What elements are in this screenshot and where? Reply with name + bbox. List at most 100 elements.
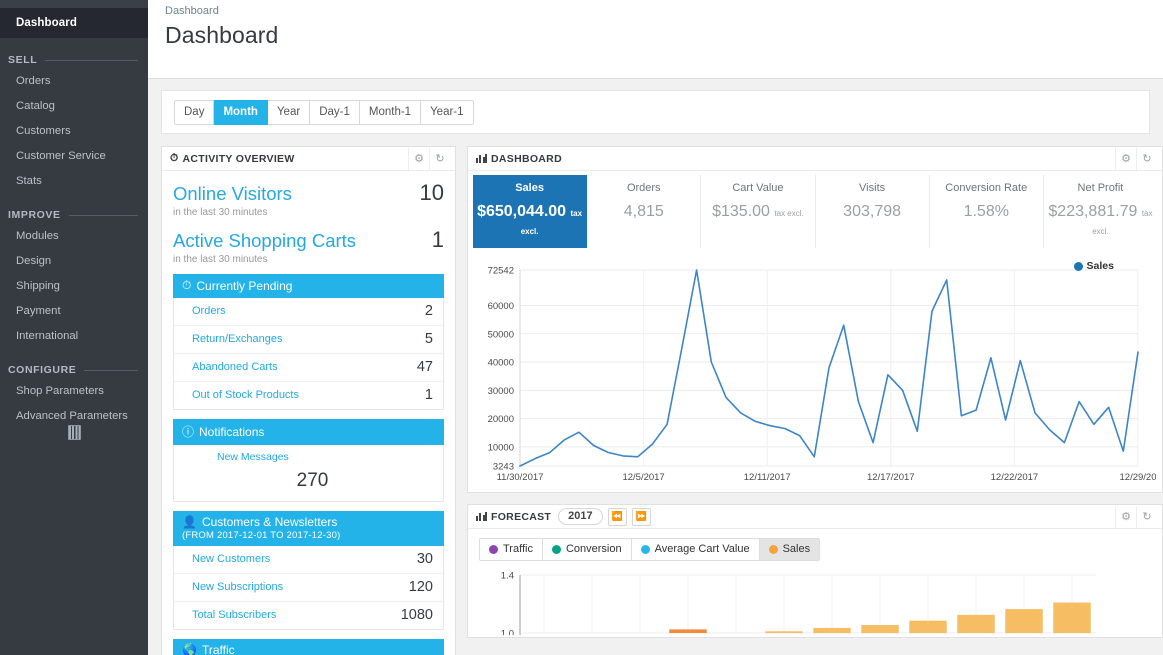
sidebar-item-shipping[interactable]: Shipping: [0, 273, 148, 298]
list-item[interactable]: Return/Exchanges 5: [174, 326, 443, 354]
sidebar-item-label: Orders: [16, 74, 51, 87]
list-item[interactable]: Out of Stock Products 1: [174, 382, 443, 409]
sidebar-item-international[interactable]: International: [0, 323, 148, 348]
sidebar-section-divider: [45, 59, 138, 61]
date-range-day-1[interactable]: Day-1: [310, 99, 360, 125]
svg-text:1.4: 1.4: [501, 571, 514, 582]
gear-icon[interactable]: ⚙: [408, 147, 429, 170]
kpi-orders[interactable]: Orders 4,815: [587, 175, 702, 248]
new-subscriptions-value: 120: [408, 579, 433, 595]
forecast-year[interactable]: 2017: [558, 508, 603, 525]
date-range-day[interactable]: Day: [174, 99, 215, 125]
active-carts-sub: in the last 30 minutes: [173, 254, 268, 265]
forecast-legend-sales[interactable]: Sales: [759, 539, 820, 560]
kpi-visits[interactable]: Visits 303,798: [816, 175, 930, 248]
notifications-box[interactable]: New Messages 270: [173, 445, 444, 502]
sidebar-item-customer-service[interactable]: Customer Service: [0, 143, 148, 168]
sidebar-item-design[interactable]: Design: [0, 248, 148, 273]
date-range-year-1[interactable]: Year-1: [421, 99, 474, 125]
sidebar-item-label: Shop Parameters: [16, 384, 104, 397]
sidebar-item-modules[interactable]: Modules: [0, 223, 148, 248]
date-range-month-1[interactable]: Month-1: [359, 99, 422, 125]
fast-forward-icon[interactable]: ⏩: [631, 507, 651, 526]
sidebar-collapse-button[interactable]: [0, 425, 148, 440]
pending-orders-value: 2: [424, 303, 433, 319]
new-messages-label: New Messages: [217, 451, 289, 463]
forecast-legend-average-cart-value[interactable]: Average Cart Value: [631, 539, 760, 560]
sidebar-item-shop-parameters[interactable]: Shop Parameters: [0, 378, 148, 403]
svg-text:12/17/2017: 12/17/2017: [867, 472, 915, 483]
panel-title-text: FORECAST: [491, 510, 552, 523]
sidebar-item-stats[interactable]: Stats: [0, 168, 148, 193]
panel-tools: ⚙ ↻: [1115, 147, 1157, 170]
active-carts-label[interactable]: Active Shopping Carts: [173, 230, 356, 252]
online-visitors-label[interactable]: Online Visitors: [173, 183, 292, 205]
pending-abandoned-carts-label: Abandoned Carts: [192, 361, 278, 373]
sidebar: Dashboard SELL Orders Catalog Customers …: [0, 0, 148, 655]
kpi-label: Net Profit: [1077, 182, 1124, 194]
pending-abandoned-carts-value: 47: [416, 359, 433, 375]
kpi-net-profit[interactable]: Net Profit $223,881.79 tax excl.: [1044, 175, 1157, 248]
kpi-cart-value[interactable]: Cart Value $135.00 tax excl.: [701, 175, 816, 248]
svg-text:12/29/20: 12/29/20: [1120, 472, 1156, 483]
list-item[interactable]: Total Subscribers 1080: [174, 602, 443, 629]
forecast-legend-conversion[interactable]: Conversion: [542, 539, 632, 560]
rewind-icon[interactable]: ⏪: [607, 507, 627, 526]
list-item[interactable]: New Customers 30: [174, 546, 443, 574]
kpi-sales[interactable]: Sales $650,044.00 tax excl.: [473, 175, 588, 248]
svg-text:12/11/2017: 12/11/2017: [744, 472, 791, 483]
refresh-icon[interactable]: ↻: [1136, 505, 1157, 528]
kpi-label: Visits: [859, 182, 886, 194]
kpi-label: Conversion Rate: [945, 182, 1028, 194]
kpi-conversion-rate[interactable]: Conversion Rate 1.58%: [930, 175, 1044, 248]
customers-newsletters-subtitle: (FROM 2017-12-01 TO 2017-12-30): [182, 530, 341, 541]
panel-tools: ⚙ ↻: [1115, 505, 1157, 528]
breadcrumb: Dashboard: [165, 5, 219, 17]
sales-line-chart: 3243 10000 20000 30000 40000 50000 60000 72542 1…: [488, 266, 1156, 484]
panel-title-text: DASHBOARD: [491, 152, 562, 165]
notifications-title: Notifications: [199, 424, 265, 439]
sales-chart-legend[interactable]: Sales: [1073, 260, 1114, 272]
sidebar-item-catalog[interactable]: Catalog: [0, 93, 148, 118]
kpi-value: 1.58%: [932, 203, 1041, 221]
kpi-value-text: 303,798: [843, 203, 902, 220]
legend-dot-icon: [640, 544, 650, 554]
refresh-icon[interactable]: ↻: [1136, 147, 1157, 170]
sidebar-item-customers[interactable]: Customers: [0, 118, 148, 143]
pending-returns-label: Return/Exchanges: [192, 333, 283, 345]
legend-dot-icon: [768, 544, 778, 554]
prestashop-admin-dashboard: Dashboard SELL Orders Catalog Customers …: [0, 0, 1163, 655]
sidebar-section-divider: [68, 214, 138, 216]
sidebar-item-dashboard[interactable]: Dashboard: [0, 8, 148, 38]
sidebar-item-payment[interactable]: Payment: [0, 298, 148, 323]
svg-text:20000: 20000: [488, 414, 514, 425]
gear-icon[interactable]: ⚙: [1115, 147, 1136, 170]
date-range-year[interactable]: Year: [267, 99, 311, 125]
customers-newsletters-title: Customers & Newsletters: [201, 515, 338, 529]
forecast-bar-chart: 1.4 1.0: [501, 571, 1096, 635]
legend-label: Sales: [1086, 260, 1114, 272]
content-area: Day Month Year Day-1 Month-1 Year-1 ⏱ AC…: [148, 78, 1163, 655]
clock-icon: ⏱: [170, 152, 179, 164]
list-item[interactable]: New Subscriptions 120: [174, 574, 443, 602]
page-title: Dashboard: [165, 22, 279, 48]
date-range-month[interactable]: Month: [214, 99, 268, 125]
sidebar-item-label: Catalog: [16, 99, 55, 112]
svg-text:12/22/2017: 12/22/2017: [991, 472, 1039, 483]
gear-icon[interactable]: ⚙: [1115, 505, 1136, 528]
traffic-header: 🌎 Traffic (FROM 2017-12-01 TO 2017-12-30…: [173, 639, 444, 655]
sidebar-item-orders[interactable]: Orders: [0, 68, 148, 93]
info-icon: ⓘ: [182, 425, 195, 439]
list-item[interactable]: Abandoned Carts 47: [174, 354, 443, 382]
kpi-value-text: 1.58%: [963, 203, 1009, 220]
new-subscriptions-label: New Subscriptions: [192, 581, 284, 593]
list-item[interactable]: Orders 2: [174, 298, 443, 326]
forecast-legend-traffic[interactable]: Traffic: [480, 539, 543, 560]
refresh-icon[interactable]: ↻: [429, 147, 450, 170]
kpi-label: Cart Value: [732, 182, 784, 194]
svg-text:50000: 50000: [488, 329, 514, 340]
clock-icon: ⏱: [182, 278, 192, 292]
pending-orders-label: Orders: [192, 305, 226, 317]
legend-label: Conversion: [565, 543, 622, 555]
kpi-row: Sales $650,044.00 tax excl. Orders 4,815…: [468, 171, 1162, 254]
